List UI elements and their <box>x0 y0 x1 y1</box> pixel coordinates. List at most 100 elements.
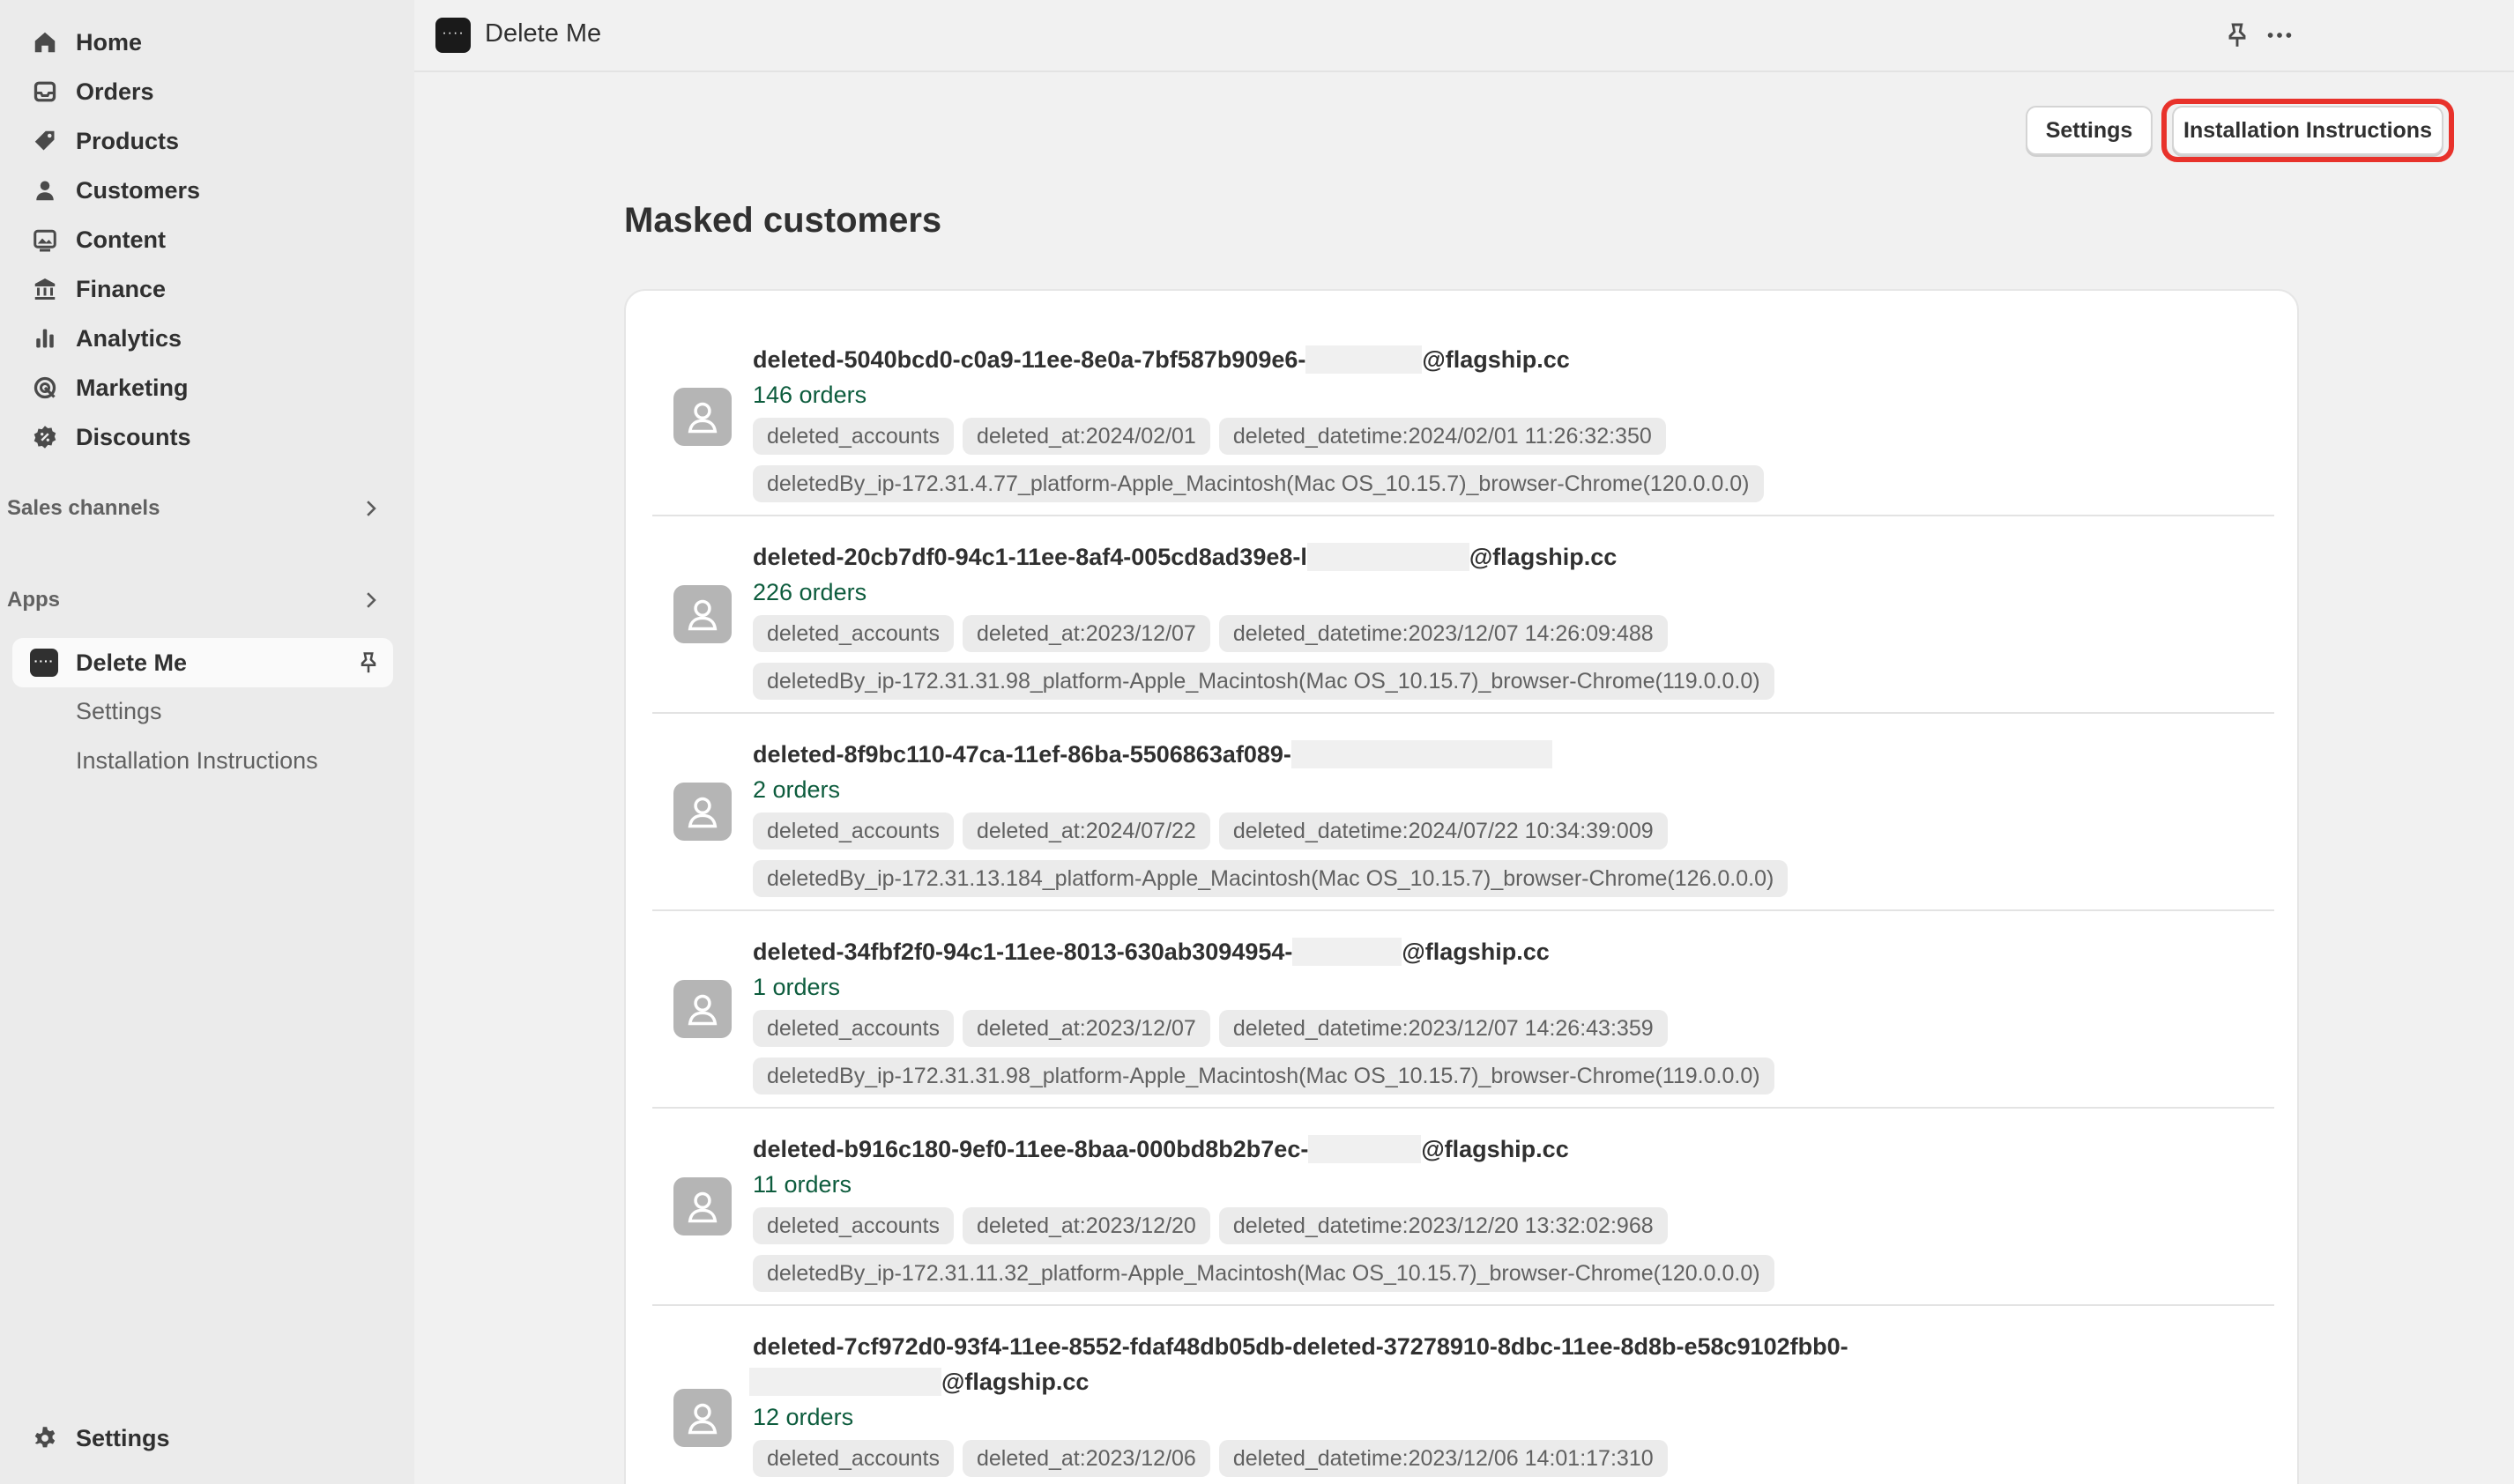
customer-name[interactable]: deleted-5040bcd0-c0a9-11ee-8e0a-7bf587b9… <box>753 342 2269 377</box>
tag-list: deleted_accounts deleted_at:2023/12/20 del… <box>753 1207 2269 1302</box>
pin-icon[interactable] <box>356 650 381 675</box>
customer-name-prefix: deleted-7cf972d0-93f4-11ee-8552-fdaf48db… <box>753 1333 1848 1360</box>
customer-name[interactable]: deleted-20cb7df0-94c1-11ee-8af4-005cd8ad… <box>753 539 2269 575</box>
sidebar-subitem-installation-instructions[interactable]: Installation Instructions <box>76 738 318 783</box>
sidebar-item-analytics[interactable]: Analytics <box>0 314 414 363</box>
redacted-block <box>1308 1134 1422 1163</box>
bar-chart-icon <box>32 325 58 352</box>
sales-channels-header[interactable]: Sales channels <box>0 486 414 531</box>
sidebar-subitem-settings[interactable]: Settings <box>76 689 162 733</box>
sidebar-item-delete-me[interactable]: ···· Delete Me <box>12 638 393 687</box>
sidebar-item-settings[interactable]: Settings <box>32 1414 170 1463</box>
tag: deleted_at:2023/12/20 <box>962 1207 1210 1244</box>
person-icon <box>688 1191 718 1223</box>
avatar <box>673 1177 732 1235</box>
sidebar-item-orders[interactable]: Orders <box>0 67 414 116</box>
person-icon <box>688 797 718 828</box>
discount-icon <box>32 424 58 450</box>
sidebar-item-label: Content <box>76 226 166 253</box>
settings-button[interactable]: Settings <box>2026 106 2153 155</box>
sidebar-nav: Home Orders Products Customers Content F… <box>0 18 414 462</box>
tag: deletedBy_ip-172.31.11.32_platform-Apple… <box>753 1255 1774 1292</box>
app-root: Home Orders Products Customers Content F… <box>0 0 2514 1484</box>
tag-list: deleted_accounts deleted_at:2023/12/07 del… <box>753 615 2269 710</box>
sidebar-item-label: Settings <box>76 1424 170 1451</box>
order-count: 146 orders <box>753 382 867 408</box>
tag: deleted_accounts <box>753 812 954 850</box>
tag: deleted_datetime:2023/12/07 14:26:43:359 <box>1218 1010 1668 1047</box>
tag: deleted_at:2023/12/07 <box>962 1010 1210 1047</box>
sidebar-item-home[interactable]: Home <box>0 18 414 67</box>
tag: deleted_datetime:2023/12/20 13:32:02:968 <box>1218 1207 1668 1244</box>
tag: deleted_at:2024/07/22 <box>962 812 1210 850</box>
customer-row[interactable]: deleted-34fbf2f0-94c1-11ee-8013-630ab309… <box>652 911 2274 1109</box>
sidebar-item-label: Marketing <box>76 374 189 401</box>
sales-channels-label: Sales channels <box>7 496 160 520</box>
customer-name-prefix: deleted-20cb7df0-94c1-11ee-8af4-005cd8ad… <box>753 544 1307 570</box>
customer-name[interactable]: deleted-8f9bc110-47ca-11ef-86ba-5506863a… <box>753 737 2269 772</box>
redacted-block <box>1306 542 1469 571</box>
customer-details: deleted-34fbf2f0-94c1-11ee-8013-630ab309… <box>753 934 2269 1105</box>
person-icon <box>688 994 718 1026</box>
customer-name-suffix: @flagship.cc <box>1421 1136 1569 1162</box>
customer-name-prefix: deleted-b916c180-9ef0-11ee-8baa-000bd8b2… <box>753 1136 1309 1162</box>
sidebar-item-label: Finance <box>76 275 167 302</box>
customer-row[interactable]: deleted-7cf972d0-93f4-11ee-8552-fdaf48db… <box>652 1306 2274 1484</box>
sidebar-item-label: Products <box>76 127 180 154</box>
customer-details: deleted-8f9bc110-47ca-11ef-86ba-5506863a… <box>753 737 2269 908</box>
tag: deleted_datetime:2023/12/07 14:26:09:488 <box>1218 615 1668 652</box>
tag: deletedBy_ip-172.31.31.98_platform-Apple… <box>753 663 1774 700</box>
bank-icon <box>32 276 58 302</box>
customer-name-prefix: deleted-8f9bc110-47ca-11ef-86ba-5506863a… <box>753 741 1291 768</box>
customer-details: deleted-5040bcd0-c0a9-11ee-8e0a-7bf587b9… <box>753 342 2269 513</box>
customer-name-prefix: deleted-34fbf2f0-94c1-11ee-8013-630ab309… <box>753 939 1293 965</box>
tag: deleted_accounts <box>753 1010 954 1047</box>
tag-list: deleted_accounts deleted_at:2024/02/01 del… <box>753 418 2269 513</box>
tag: deleted_at:2024/02/01 <box>962 418 1210 455</box>
customer-name[interactable]: deleted-7cf972d0-93f4-11ee-8552-fdaf48db… <box>749 1329 2269 1399</box>
avatar <box>673 980 732 1038</box>
tag: deletedBy_ip-172.31.13.184_platform-Appl… <box>753 860 1789 897</box>
installation-instructions-button[interactable]: Installation Instructions <box>2172 106 2443 155</box>
customer-details: deleted-20cb7df0-94c1-11ee-8af4-005cd8ad… <box>753 539 2269 710</box>
customer-name-suffix: @flagship.cc <box>1422 346 1570 373</box>
redacted-block <box>1305 345 1423 374</box>
sidebar-item-label: Delete Me <box>76 649 188 676</box>
order-count: 11 orders <box>753 1171 852 1198</box>
chevron-right-icon <box>367 501 376 516</box>
app-logo: ···· <box>435 18 471 53</box>
redacted-block <box>1290 739 1552 768</box>
tag: deleted_accounts <box>753 1207 954 1244</box>
app-icon: ···· <box>30 649 58 677</box>
customer-name[interactable]: deleted-b916c180-9ef0-11ee-8baa-000bd8b2… <box>753 1132 2269 1167</box>
customers-card: deleted-5040bcd0-c0a9-11ee-8e0a-7bf587b9… <box>624 289 2299 1484</box>
apps-header[interactable]: Apps <box>0 578 414 622</box>
order-count: 1 orders <box>753 974 841 1000</box>
more-options-icon[interactable] <box>2265 21 2294 49</box>
customer-row[interactable]: deleted-5040bcd0-c0a9-11ee-8e0a-7bf587b9… <box>652 291 2274 516</box>
sidebar-item-content[interactable]: Content <box>0 215 414 264</box>
sidebar-item-marketing[interactable]: Marketing <box>0 363 414 412</box>
sidebar-item-products[interactable]: Products <box>0 116 414 166</box>
sidebar-item-customers[interactable]: Customers <box>0 166 414 215</box>
tag-list: deleted_accounts deleted_at:2024/07/22 del… <box>753 812 2269 908</box>
customer-name-suffix: @flagship.cc <box>1469 544 1618 570</box>
sidebar-item-finance[interactable]: Finance <box>0 264 414 314</box>
tag: deleted_at:2023/12/07 <box>962 615 1210 652</box>
tag: deleted_accounts <box>753 418 954 455</box>
customer-row[interactable]: deleted-8f9bc110-47ca-11ef-86ba-5506863a… <box>652 714 2274 911</box>
tag: deleted_datetime:2024/02/01 11:26:32:350 <box>1218 418 1666 455</box>
tag: deletedBy_ip-172.31.31.98_platform-Apple… <box>753 1057 1774 1094</box>
sidebar-item-discounts[interactable]: Discounts <box>0 412 414 462</box>
customer-name[interactable]: deleted-34fbf2f0-94c1-11ee-8013-630ab309… <box>753 934 2269 969</box>
customer-name-prefix: deleted-5040bcd0-c0a9-11ee-8e0a-7bf587b9… <box>753 346 1306 373</box>
customer-details: deleted-b916c180-9ef0-11ee-8baa-000bd8b2… <box>753 1132 2269 1302</box>
tag: deleted_datetime:2024/07/22 10:34:39:009 <box>1218 812 1668 850</box>
customer-name-suffix: @flagship.cc <box>1402 939 1550 965</box>
person-icon <box>688 599 718 631</box>
customer-row[interactable]: deleted-20cb7df0-94c1-11ee-8af4-005cd8ad… <box>652 516 2274 714</box>
customer-row[interactable]: deleted-b916c180-9ef0-11ee-8baa-000bd8b2… <box>652 1109 2274 1306</box>
avatar <box>673 783 732 841</box>
order-count: 2 orders <box>753 776 841 803</box>
pin-icon[interactable] <box>2223 21 2251 49</box>
